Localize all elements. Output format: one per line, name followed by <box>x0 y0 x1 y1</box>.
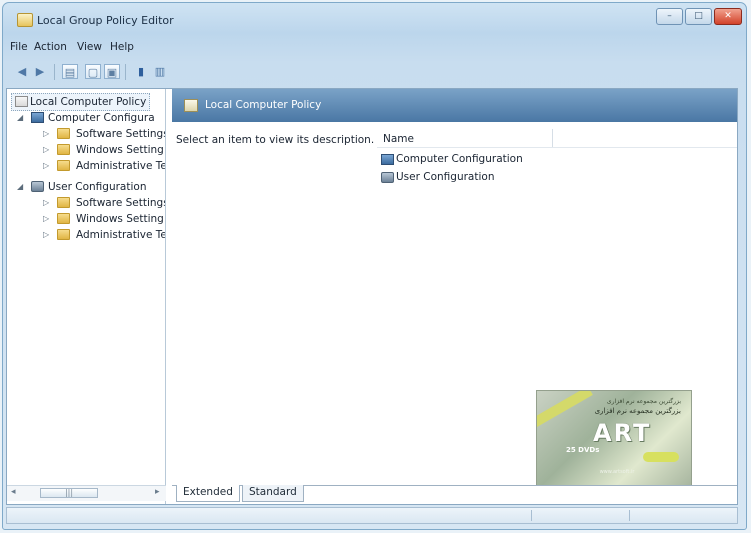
toolbar-separator <box>125 64 126 80</box>
tree-item-label: Computer Configura <box>48 112 155 124</box>
scroll-left-arrow-icon[interactable]: ◂ <box>11 487 16 497</box>
collapse-arrow-icon[interactable]: ◢ <box>17 110 23 126</box>
folder-icon <box>57 144 70 155</box>
tree-item-administrative-templates[interactable]: ▷ Administrative Te <box>43 227 166 243</box>
user-icon <box>31 181 44 192</box>
back-arrow-icon[interactable]: ◀ <box>14 64 30 79</box>
status-bar <box>6 507 738 524</box>
expand-arrow-icon[interactable]: ▷ <box>43 158 49 174</box>
tree-item-label: Windows Setting <box>76 213 164 225</box>
menu-view[interactable]: View <box>77 41 102 53</box>
expand-arrow-icon[interactable]: ▷ <box>43 142 49 158</box>
expand-arrow-icon[interactable]: ▷ <box>43 195 49 211</box>
description-text: Select an item to view its description. <box>176 134 375 146</box>
toolbar: ◀ ▶ ▤ ▢ ▣ ▮ ▥ <box>6 61 739 83</box>
window-title: Local Group Policy Editor <box>37 14 174 27</box>
advertisement-watermark: بزرگترین مجموعه نرم افزاری بزرگترین مجمو… <box>536 390 692 486</box>
folder-icon <box>57 229 70 240</box>
tree-root-local-computer-policy[interactable]: Local Computer Policy <box>11 93 151 111</box>
policy-icon <box>184 99 198 112</box>
status-separator <box>531 510 532 521</box>
computer-icon <box>381 154 394 165</box>
tree-item-windows-settings[interactable]: ▷ Windows Setting <box>43 211 164 227</box>
policy-icon <box>15 96 28 107</box>
menu-file[interactable]: File <box>10 41 28 53</box>
tree-item-software-settings[interactable]: ▷ Software Settings <box>43 126 166 142</box>
column-separator[interactable] <box>552 129 553 147</box>
expand-arrow-icon[interactable]: ▷ <box>43 126 49 142</box>
scroll-right-arrow-icon[interactable]: ▸ <box>155 487 160 497</box>
details-header-title: Local Computer Policy <box>205 99 322 111</box>
ad-dvd-count: 25 DVDs <box>566 446 600 454</box>
tree-item-label: Windows Setting <box>76 144 164 156</box>
computer-icon <box>31 112 44 123</box>
view-tabs: Extended Standard <box>172 485 737 503</box>
menu-help[interactable]: Help <box>110 41 134 53</box>
tree-item-label: Software Settings <box>76 197 166 209</box>
console-tree: Local Computer Policy ◢ Computer Configu… <box>7 89 166 504</box>
ad-logo: ART <box>593 419 652 447</box>
list-header: Name <box>377 129 737 148</box>
tab-extended[interactable]: Extended <box>176 485 240 502</box>
ad-badge <box>643 452 679 462</box>
tree-item-label: Administrative Te <box>76 160 166 172</box>
tree-item-software-settings[interactable]: ▷ Software Settings <box>43 195 166 211</box>
menu-bar: File Action View Help <box>6 39 739 57</box>
menu-action[interactable]: Action <box>34 41 67 53</box>
close-button[interactable]: ✕ <box>714 8 742 25</box>
tree-item-user-configuration[interactable]: ◢ User Configuration <box>17 179 146 195</box>
expand-arrow-icon[interactable]: ▷ <box>43 227 49 243</box>
tree-item-administrative-templates[interactable]: ▷ Administrative Te <box>43 158 166 174</box>
status-separator <box>629 510 630 521</box>
tree-item-computer-configuration[interactable]: ◢ Computer Configura <box>17 110 155 126</box>
ad-subtitle: بزرگترین مجموعه نرم افزاری <box>594 407 681 415</box>
tree-horizontal-scrollbar[interactable]: ◂ ||| ▸ <box>7 485 166 501</box>
properties-icon[interactable]: ▢ <box>85 64 101 79</box>
toolbar-separator <box>54 64 55 80</box>
title-bar[interactable]: Local Group Policy Editor – □ ✕ <box>3 3 746 33</box>
scrollbar-thumb[interactable]: ||| <box>40 488 98 498</box>
export-list-icon[interactable]: ▣ <box>104 64 120 79</box>
ad-footer: www.artsoft.ir <box>599 469 635 475</box>
folder-icon <box>57 128 70 139</box>
folder-icon <box>57 213 70 224</box>
list-item-label: Computer Configuration <box>396 153 523 165</box>
collapse-arrow-icon[interactable]: ◢ <box>17 179 23 195</box>
ad-small-text: بزرگترین مجموعه نرم افزاری <box>606 398 681 405</box>
folder-icon <box>57 197 70 208</box>
tree-item-windows-settings[interactable]: ▷ Windows Setting <box>43 142 164 158</box>
details-header: Local Computer Policy <box>172 89 737 122</box>
list-item-label: User Configuration <box>396 171 495 183</box>
show-hide-tree-icon[interactable]: ▤ <box>62 64 78 79</box>
folder-icon <box>57 160 70 171</box>
show-hide-action-pane-icon[interactable]: ▥ <box>152 64 168 79</box>
minimize-button[interactable]: – <box>656 8 683 25</box>
group-policy-app-icon <box>17 13 33 27</box>
tree-item-label: Administrative Te <box>76 229 166 241</box>
tree-item-label: User Configuration <box>48 181 147 193</box>
tree-item-label: Software Settings <box>76 128 166 140</box>
help-icon[interactable]: ▮ <box>133 64 149 79</box>
column-name-header[interactable]: Name <box>383 133 414 145</box>
maximize-button[interactable]: □ <box>685 8 712 25</box>
tree-root-label: Local Computer Policy <box>30 96 147 108</box>
tab-standard[interactable]: Standard <box>242 485 304 502</box>
forward-arrow-icon[interactable]: ▶ <box>32 64 48 79</box>
expand-arrow-icon[interactable]: ▷ <box>43 211 49 227</box>
user-icon <box>381 172 394 183</box>
